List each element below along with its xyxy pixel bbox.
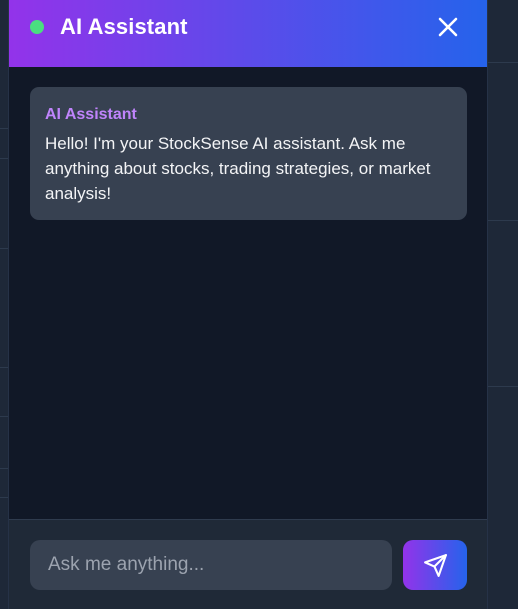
message-list: AI Assistant Hello! I'm your StockSense … <box>9 67 487 519</box>
send-icon <box>424 554 447 577</box>
message-text: Hello! I'm your StockSense AI assistant.… <box>45 134 431 203</box>
close-button[interactable] <box>433 12 463 42</box>
send-button[interactable] <box>403 540 467 590</box>
background-right-rail <box>488 0 518 609</box>
input-bar <box>9 519 487 609</box>
chat-input[interactable] <box>30 540 392 590</box>
assistant-message: AI Assistant Hello! I'm your StockSense … <box>30 87 467 220</box>
chat-panel: AI Assistant AI Assistant Hello! I'm you… <box>8 0 488 609</box>
message-sender: AI Assistant <box>45 106 137 123</box>
close-icon <box>438 17 458 37</box>
background-left-rail <box>0 0 8 609</box>
chat-title: AI Assistant <box>60 14 188 39</box>
chat-header: AI Assistant <box>9 0 487 67</box>
online-status-indicator <box>30 20 44 34</box>
